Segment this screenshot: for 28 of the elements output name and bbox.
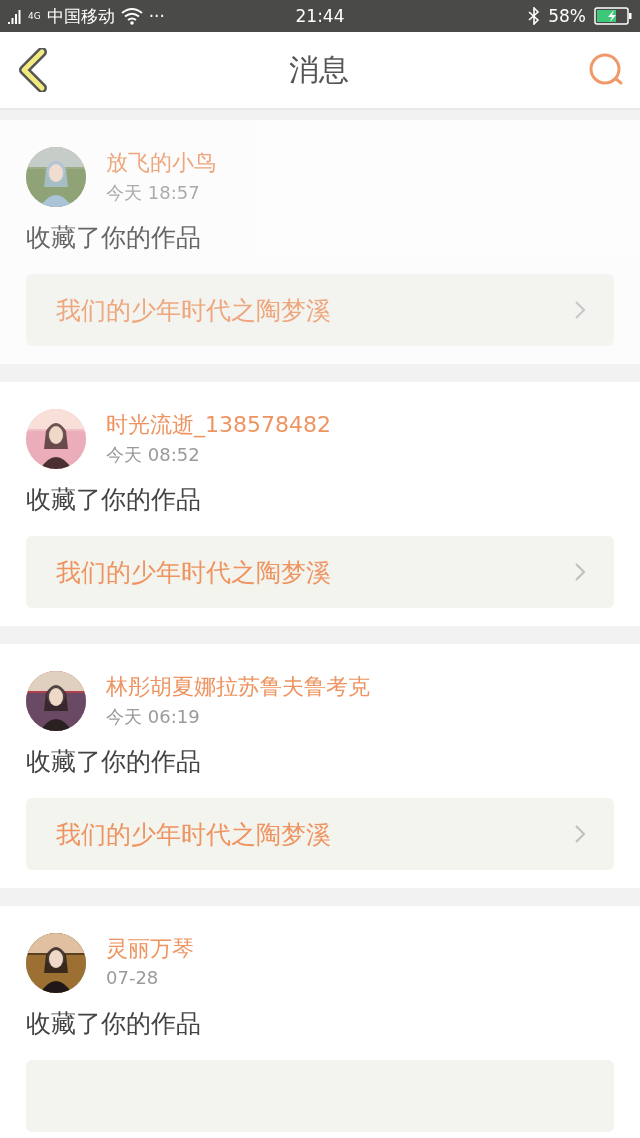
user-name[interactable]: 林彤胡夏娜拉苏鲁夫鲁考克: [106, 671, 370, 703]
work-link[interactable]: 我们的少年时代之陶梦溪: [26, 536, 614, 608]
battery-percent: 58%: [548, 6, 586, 26]
message-time: 今天 08:52: [106, 443, 201, 467]
network-type: 4G: [28, 11, 41, 21]
signal-icon: [8, 8, 22, 24]
user-name[interactable]: 时光流逝_138578482: [106, 409, 331, 441]
message-time: 今天 18:57: [106, 181, 201, 205]
message-text: 收藏了你的作品: [26, 484, 202, 516]
message-time: 今天 06:19: [106, 705, 201, 729]
user-name[interactable]: 灵丽万琴: [106, 933, 194, 965]
chevron-icon: [574, 300, 586, 320]
chevron-icon: [574, 824, 586, 844]
user-name[interactable]: 放飞的小鸟: [106, 147, 216, 179]
message-text: 收藏了你的作品: [26, 1008, 202, 1040]
chevron-icon: [574, 562, 586, 582]
more-indicator: ···: [148, 6, 165, 26]
message-text: 收藏了你的作品: [26, 746, 202, 778]
carrier-name: 中国移动: [46, 4, 115, 28]
status-time: 21:44: [295, 6, 345, 26]
message-time: 07-28: [106, 967, 160, 988]
page-title: 消息: [289, 50, 349, 89]
back-button[interactable]: [16, 48, 50, 92]
message-text: 收藏了你的作品: [26, 222, 202, 254]
wifi-icon: [120, 7, 143, 25]
work-link[interactable]: 我们的少年时代之陶梦溪: [26, 798, 614, 870]
bluetooth-icon: [528, 7, 541, 25]
work-link[interactable]: 我们的少年时代之陶梦溪: [26, 274, 614, 346]
